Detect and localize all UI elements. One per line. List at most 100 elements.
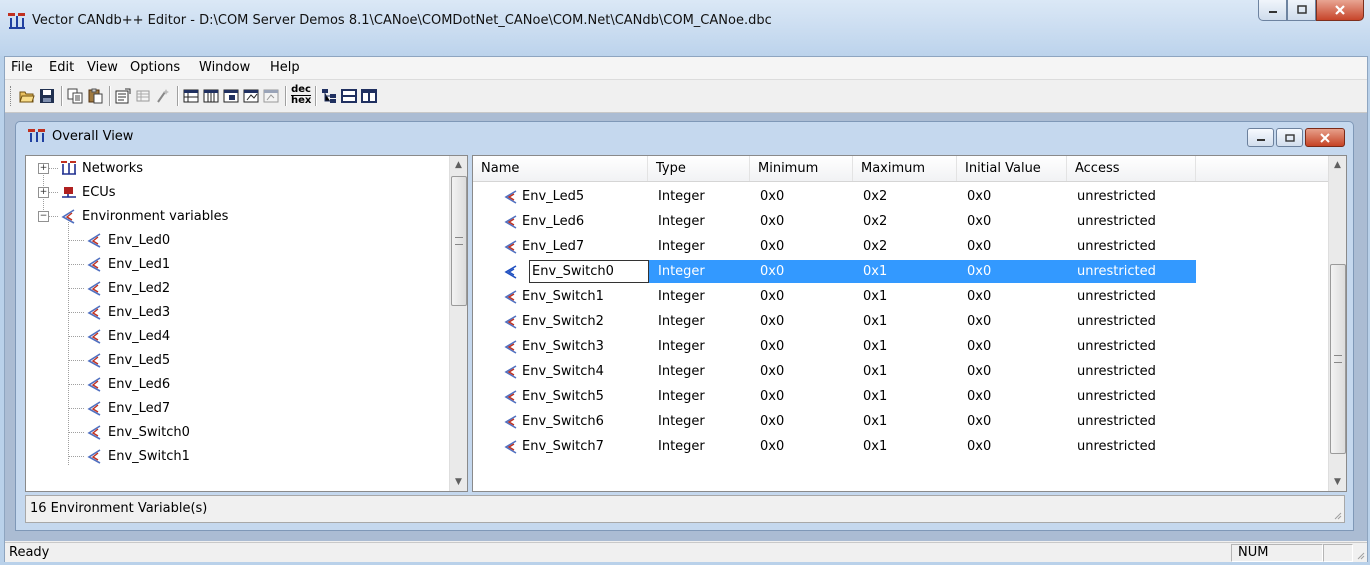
view-4-icon[interactable] <box>243 88 259 104</box>
wizard-icon[interactable] <box>155 88 171 104</box>
scroll-up-icon[interactable]: ▲ <box>450 156 467 173</box>
column-header-name[interactable]: Name <box>473 156 648 181</box>
split-vertical-icon[interactable] <box>361 88 377 104</box>
split-horizontal-icon[interactable] <box>341 88 357 104</box>
tree-item-env-var[interactable]: Env_Switch1 <box>68 444 190 468</box>
table-row[interactable]: Env_Switch2 Integer 0x0 0x1 0x0 unrestri… <box>473 309 1328 334</box>
menu-view[interactable]: View <box>87 60 118 75</box>
row-name: Env_Switch6 <box>522 414 604 429</box>
grid-icon[interactable] <box>135 88 151 104</box>
tree-node-networks[interactable]: + Networks <box>38 156 143 180</box>
environment-variable-icon <box>87 257 101 272</box>
row-initial-value: 0x0 <box>967 414 992 429</box>
tree-item-env-var[interactable]: Env_Led1 <box>68 252 170 276</box>
expand-networks-toggle[interactable]: + <box>38 163 49 174</box>
row-maximum: 0x1 <box>863 389 888 404</box>
table-row[interactable]: Env_Led7 Integer 0x0 0x2 0x0 unrestricte… <box>473 234 1328 259</box>
tree-item-env-var[interactable]: Env_Led7 <box>68 396 170 420</box>
properties-icon[interactable] <box>115 88 131 104</box>
row-name: Env_Switch1 <box>522 289 604 304</box>
tree-connector <box>68 360 84 361</box>
toolbar-grip[interactable] <box>10 86 14 106</box>
resize-grip-icon[interactable] <box>1332 510 1342 520</box>
scroll-down-icon[interactable]: ▼ <box>450 473 467 490</box>
tree-item-env-var[interactable]: Env_Led4 <box>68 324 170 348</box>
collapse-environment-variables-toggle[interactable]: − <box>38 211 49 222</box>
copy-icon[interactable] <box>67 88 83 104</box>
tree-node-ecus[interactable]: + ECUs <box>38 180 116 204</box>
table-row[interactable]: Env_Switch7 Integer 0x0 0x1 0x0 unrestri… <box>473 434 1328 459</box>
column-header-type[interactable]: Type <box>648 156 750 181</box>
column-header-minimum[interactable]: Minimum <box>750 156 853 181</box>
tree-view[interactable]: + Networks + ECUs − Environment variable… <box>25 155 468 492</box>
expand-ecus-toggle[interactable]: + <box>38 187 49 198</box>
row-access: unrestricted <box>1077 239 1156 254</box>
child-close-button[interactable] <box>1305 128 1345 147</box>
close-button[interactable] <box>1316 0 1364 21</box>
tree-node-environment-variables[interactable]: − Environment variables <box>38 204 228 228</box>
list-scroll-thumb[interactable] <box>1330 264 1346 454</box>
environment-variable-icon <box>61 209 75 224</box>
row-access: unrestricted <box>1077 314 1156 329</box>
minimize-button[interactable] <box>1258 0 1287 21</box>
list-scrollbar[interactable]: ▲ ▼ <box>1328 156 1346 491</box>
menu-options[interactable]: Options <box>130 60 180 75</box>
table-row[interactable]: Env_Switch5 Integer 0x0 0x1 0x0 unrestri… <box>473 384 1328 409</box>
main-frame: File Edit View Options Window Help dec h… <box>4 56 1368 562</box>
tree-item-env-var[interactable]: Env_Led5 <box>68 348 170 372</box>
menu-file[interactable]: File <box>11 60 33 75</box>
env-variables-list[interactable]: Name Type Minimum Maximum Initial Value … <box>472 155 1347 492</box>
tree-item-env-var[interactable]: Env_Led0 <box>68 228 170 252</box>
column-header-initial-value[interactable]: Initial Value <box>957 156 1067 181</box>
table-row-selected[interactable]: Env_Switch0 Integer 0x0 0x1 0x0 unrestri… <box>473 259 1328 284</box>
tree-item-env-var[interactable]: Env_Led3 <box>68 300 170 324</box>
scroll-down-icon[interactable]: ▼ <box>1329 473 1346 490</box>
row-type: Integer <box>658 364 705 379</box>
dec-hex-icon[interactable]: dec hex <box>291 85 311 107</box>
table-row[interactable]: Env_Led5 Integer 0x0 0x2 0x0 unrestricte… <box>473 184 1328 209</box>
table-row[interactable]: Env_Switch1 Integer 0x0 0x1 0x0 unrestri… <box>473 284 1328 309</box>
tree-item-env-var[interactable]: Env_Led6 <box>68 372 170 396</box>
view-3-icon[interactable] <box>223 88 239 104</box>
tree-icon[interactable] <box>321 88 337 104</box>
table-row[interactable]: Env_Switch4 Integer 0x0 0x1 0x0 unrestri… <box>473 359 1328 384</box>
save-icon[interactable] <box>39 88 55 104</box>
maximize-button[interactable] <box>1287 0 1316 21</box>
table-row[interactable]: Env_Led6 Integer 0x0 0x2 0x0 unrestricte… <box>473 209 1328 234</box>
row-name: Env_Led5 <box>522 189 585 204</box>
view-5-icon[interactable] <box>263 88 279 104</box>
paste-icon[interactable] <box>87 88 103 104</box>
tree-label-ecus: ECUs <box>82 184 116 200</box>
row-minimum: 0x0 <box>760 339 785 354</box>
table-row[interactable]: Env_Switch3 Integer 0x0 0x1 0x0 unrestri… <box>473 334 1328 359</box>
row-access: unrestricted <box>1077 289 1156 304</box>
row-type: Integer <box>658 339 705 354</box>
tree-item-env-var[interactable]: Env_Led2 <box>68 276 170 300</box>
overall-view-titlebar[interactable]: Overall View <box>16 122 1353 150</box>
tree-scroll-thumb[interactable] <box>451 176 467 306</box>
row-minimum: 0x0 <box>760 239 785 254</box>
tree-connector <box>68 456 84 457</box>
tree-item-env-var[interactable]: Env_Switch0 <box>68 420 190 444</box>
name-cell: Env_Switch0 <box>473 259 614 284</box>
child-maximize-button[interactable] <box>1276 128 1303 147</box>
menu-help[interactable]: Help <box>270 60 300 75</box>
environment-variable-icon <box>87 233 101 248</box>
environment-variable-icon <box>87 401 101 416</box>
menu-window[interactable]: Window <box>199 60 250 75</box>
scroll-up-icon[interactable]: ▲ <box>1329 156 1346 173</box>
column-header-access[interactable]: Access <box>1067 156 1196 181</box>
menu-edit[interactable]: Edit <box>49 60 74 75</box>
tree-scrollbar[interactable]: ▲ ▼ <box>449 156 467 491</box>
view-2-icon[interactable] <box>203 88 219 104</box>
name-cell: Env_Led7 <box>473 234 584 259</box>
table-row[interactable]: Env_Switch6 Integer 0x0 0x1 0x0 unrestri… <box>473 409 1328 434</box>
column-header-maximum[interactable]: Maximum <box>853 156 957 181</box>
child-minimize-button[interactable] <box>1247 128 1274 147</box>
status-panel-empty <box>1323 544 1353 562</box>
open-icon[interactable] <box>19 88 35 104</box>
row-name-edit-value[interactable]: Env_Switch0 <box>532 264 614 279</box>
resize-grip-icon[interactable] <box>1355 550 1365 560</box>
row-maximum: 0x2 <box>863 214 888 229</box>
view-1-icon[interactable] <box>183 88 199 104</box>
